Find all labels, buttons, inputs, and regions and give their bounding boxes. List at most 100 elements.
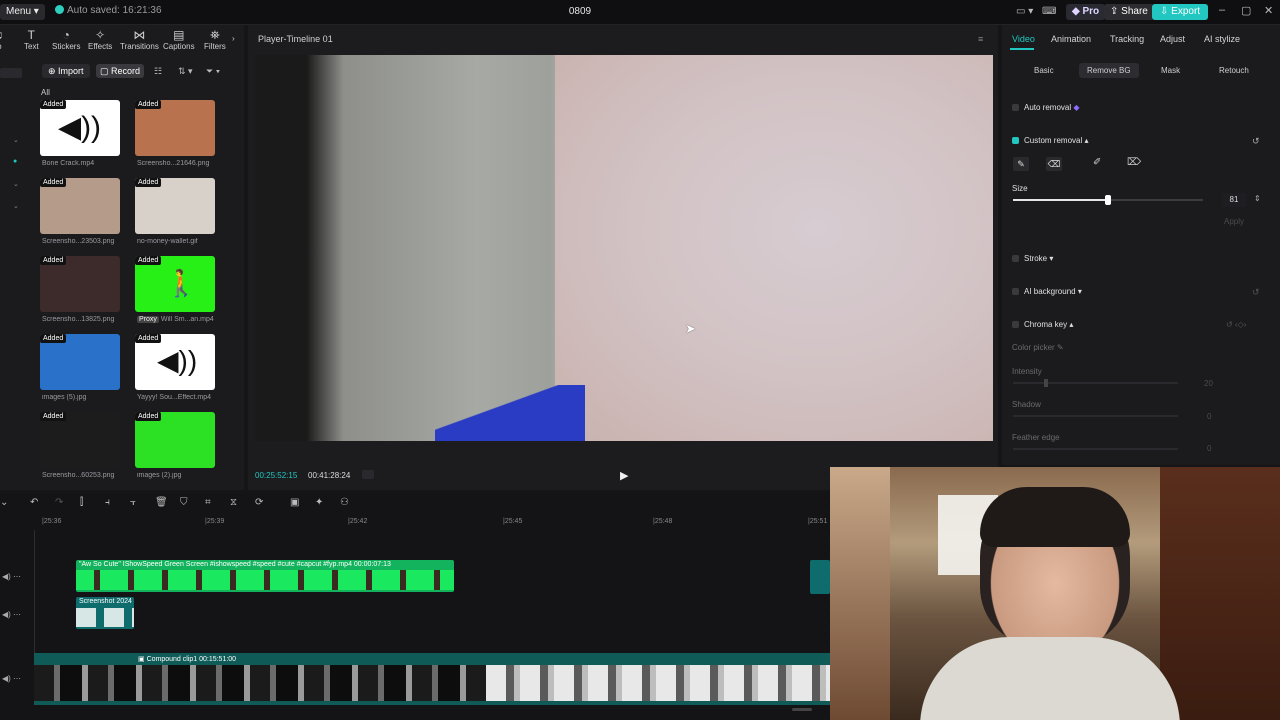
person-icon[interactable]: ⚇ — [340, 497, 349, 508]
subtab-basic[interactable]: Basic — [1034, 66, 1054, 75]
chevron-down-icon[interactable]: ⌄ — [13, 202, 19, 210]
smart-brush-icon[interactable]: ✎ — [1013, 157, 1029, 171]
brush-icon[interactable]: ✐ — [1093, 157, 1101, 168]
smart-eraser-icon[interactable]: ⌫ — [1046, 157, 1062, 171]
chevron-down-icon[interactable]: ⌄ — [13, 136, 19, 144]
media-thumb[interactable]: Added — [40, 178, 120, 234]
pro-button[interactable]: ◆ Pro — [1066, 4, 1106, 20]
main-track-clip[interactable]: ▣ Compound clip1 00:15:51:00 — [34, 653, 830, 705]
feather-slider[interactable] — [1013, 448, 1178, 450]
media-thumb[interactable]: Added — [135, 412, 215, 468]
tool-filters[interactable]: ⛯ Filters — [204, 28, 226, 51]
tab-animation[interactable]: Animation — [1051, 34, 1091, 44]
chroma-key-option[interactable]: Chroma key ▴ — [1012, 320, 1073, 329]
tool-transitions[interactable]: ⋈ Transitions — [120, 28, 159, 51]
shadow-slider[interactable] — [1013, 415, 1178, 417]
undo-icon[interactable]: ↶ — [30, 497, 38, 508]
track-audio-icon[interactable]: ◀) ⋯ — [2, 674, 21, 683]
video-preview[interactable]: ➤ — [255, 55, 993, 441]
size-slider-handle[interactable] — [1105, 195, 1111, 205]
shortcuts-icon[interactable]: ⌨ — [1042, 6, 1056, 17]
menu-button[interactable]: Menu ▾ — [0, 4, 45, 20]
intensity-value[interactable]: 20 — [1204, 379, 1213, 388]
split-right-icon[interactable]: ⫟ — [130, 497, 136, 508]
marker-icon[interactable]: ⛉ — [180, 497, 188, 508]
minimize-icon[interactable]: – — [1219, 4, 1225, 16]
player-menu-icon[interactable]: ≡ — [978, 34, 983, 44]
track-audio-icon[interactable]: ◀) ⋯ — [2, 572, 21, 581]
tool-effects[interactable]: ✧ Effects — [88, 28, 112, 51]
nav-active-icon[interactable]: ● — [13, 158, 17, 165]
sort-icon[interactable]: ⇅ ▾ — [178, 66, 193, 77]
delete-icon[interactable]: 🗑 — [155, 497, 168, 508]
export-button[interactable]: ⇩ Export — [1152, 4, 1209, 20]
eraser-icon[interactable]: ⌦ — [1127, 157, 1141, 168]
redo-icon[interactable]: ↷ — [55, 497, 63, 508]
magic-icon[interactable]: ✦ — [315, 497, 323, 508]
tools-more-icon[interactable]: › — [232, 34, 235, 43]
tab-tracking[interactable]: Tracking — [1110, 34, 1144, 44]
media-thumb[interactable]: Added — [135, 100, 215, 156]
keyframe-nav-icon[interactable]: ↺ ‹◇› — [1226, 320, 1246, 329]
tool-text[interactable]: T Text — [24, 28, 39, 51]
mirror-icon[interactable]: ⧖ — [230, 497, 237, 508]
media-thumb[interactable]: Added — [40, 412, 120, 468]
share-button[interactable]: ⇪ Share — [1104, 4, 1154, 20]
tool-captions[interactable]: ▤ Captions — [163, 28, 195, 51]
split-left-icon[interactable]: ⫞ — [105, 497, 110, 508]
stroke-checkbox[interactable] — [1012, 255, 1019, 262]
subtab-retouch[interactable]: Retouch — [1219, 66, 1249, 75]
subtab-remove-bg[interactable]: Remove BG — [1079, 63, 1139, 78]
rotate-icon[interactable]: ⟳ — [255, 497, 263, 508]
close-icon[interactable]: ✕ — [1264, 4, 1273, 17]
timeline-clip[interactable]: Screenshot 2024 — [76, 597, 134, 629]
reset-icon[interactable]: ↺ — [1252, 136, 1260, 147]
apply-button[interactable]: Apply — [1224, 217, 1244, 226]
select-tool-icon[interactable]: ⌄ — [0, 497, 8, 508]
media-thumb[interactable]: Added — [40, 256, 120, 312]
record-button[interactable]: ▢ Record — [96, 64, 145, 78]
size-value[interactable]: 81 — [1222, 193, 1246, 207]
stroke-option[interactable]: Stroke ▾ — [1012, 254, 1053, 263]
media-thumb[interactable]: Added 🚶 — [135, 256, 215, 312]
stepper-icon[interactable]: ⇕ — [1254, 194, 1261, 203]
nav-item[interactable] — [0, 68, 22, 78]
custom-removal-option[interactable]: Custom removal ▴ — [1012, 136, 1089, 145]
media-thumb[interactable]: Added — [135, 178, 215, 234]
ai-background-option[interactable]: AI background ▾ — [1012, 287, 1082, 296]
ai-background-checkbox[interactable] — [1012, 288, 1019, 295]
chroma-key-checkbox[interactable] — [1012, 321, 1019, 328]
shadow-value[interactable]: 0 — [1207, 412, 1211, 421]
timeline-clip[interactable] — [810, 560, 830, 594]
play-button[interactable]: ▶ — [620, 469, 628, 482]
view-grid-icon[interactable]: ☷ — [154, 66, 162, 77]
timeline-clip[interactable]: "Aw So Cute" IShowSpeed Green Screen #is… — [76, 560, 454, 592]
intensity-slider[interactable] — [1013, 382, 1178, 384]
maximize-icon[interactable]: ▢ — [1241, 4, 1251, 17]
media-thumb[interactable]: Added — [40, 334, 120, 390]
tab-ai-stylize[interactable]: AI stylize — [1204, 34, 1240, 44]
tool-stickers[interactable]: ◔ Stickers — [52, 28, 80, 51]
media-thumb[interactable]: Added ◀)) — [40, 100, 120, 156]
reset-icon[interactable]: ↺ — [1252, 287, 1260, 298]
feather-value[interactable]: 0 — [1207, 444, 1211, 453]
tab-video[interactable]: Video — [1012, 34, 1035, 44]
split-icon[interactable]: ⫿ — [80, 497, 83, 508]
timeline-scrollbar[interactable] — [792, 708, 812, 711]
timecode-toggle[interactable] — [362, 470, 374, 479]
chevron-down-icon[interactable]: ⌄ — [13, 180, 19, 188]
filter-icon[interactable]: ⏷ ▾ — [206, 66, 220, 77]
crop-icon[interactable]: ⌗ — [205, 497, 211, 508]
tool-audio[interactable]: ♫io — [0, 28, 3, 51]
layout-icon[interactable]: ▭ ▾ — [1016, 6, 1033, 17]
media-thumb[interactable]: Added ◀)) — [135, 334, 215, 390]
eyedropper-icon[interactable]: ✎ — [1057, 343, 1064, 352]
auto-removal-checkbox[interactable] — [1012, 104, 1019, 111]
track-audio-icon[interactable]: ◀) ⋯ — [2, 610, 21, 619]
tab-adjust[interactable]: Adjust — [1160, 34, 1185, 44]
freeze-icon[interactable]: ▣ — [290, 497, 299, 508]
import-button[interactable]: ⊕ Import — [42, 64, 90, 78]
auto-removal-option[interactable]: Auto removal ◆ — [1012, 103, 1080, 112]
intensity-handle[interactable] — [1044, 379, 1048, 387]
subtab-mask[interactable]: Mask — [1161, 66, 1180, 75]
